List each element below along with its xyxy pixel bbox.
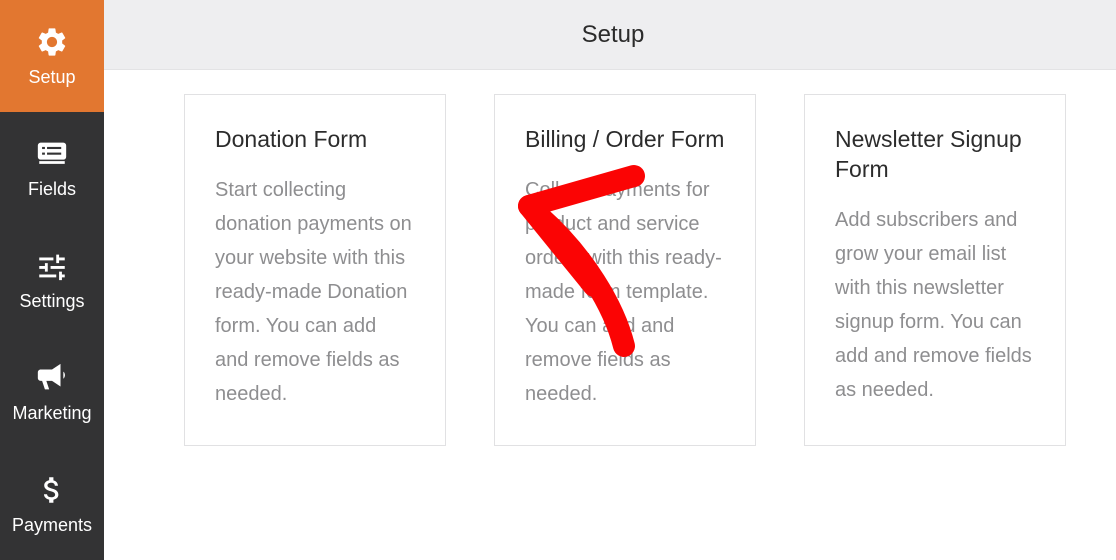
sidebar-item-label: Payments [12,515,92,536]
sidebar-item-payments[interactable]: Payments [0,448,104,560]
sidebar-item-label: Marketing [12,403,91,424]
card-description: Start collecting donation payments on yo… [215,173,415,411]
sidebar: Setup Fields Settings Marketing Payments [0,0,104,560]
card-description: Add subscribers and grow your email list… [835,203,1035,407]
page-title: Setup [582,21,645,49]
sliders-icon [35,249,69,283]
main-area: Setup Donation Form Start collecting don… [104,0,1116,560]
dollar-icon [35,473,69,507]
gear-icon [35,25,69,59]
template-card-newsletter[interactable]: Newsletter Signup Form Add subscribers a… [804,94,1066,446]
card-title: Newsletter Signup Form [835,125,1035,185]
sidebar-item-label: Settings [19,291,84,312]
sidebar-item-label: Setup [28,67,75,88]
card-title: Billing / Order Form [525,125,725,155]
sidebar-item-setup[interactable]: Setup [0,0,104,112]
card-description: Collect Payments for product and service… [525,173,725,411]
list-icon [35,137,69,171]
template-card-donation[interactable]: Donation Form Start collecting donation … [184,94,446,446]
template-card-billing[interactable]: Billing / Order Form Collect Payments fo… [494,94,756,446]
template-cards: Donation Form Start collecting donation … [184,94,1066,446]
bullhorn-icon [35,361,69,395]
sidebar-item-settings[interactable]: Settings [0,224,104,336]
content-area: Donation Form Start collecting donation … [104,70,1116,560]
topbar: Setup [104,0,1116,70]
sidebar-item-marketing[interactable]: Marketing [0,336,104,448]
sidebar-item-fields[interactable]: Fields [0,112,104,224]
sidebar-item-label: Fields [28,179,76,200]
card-title: Donation Form [215,125,415,155]
